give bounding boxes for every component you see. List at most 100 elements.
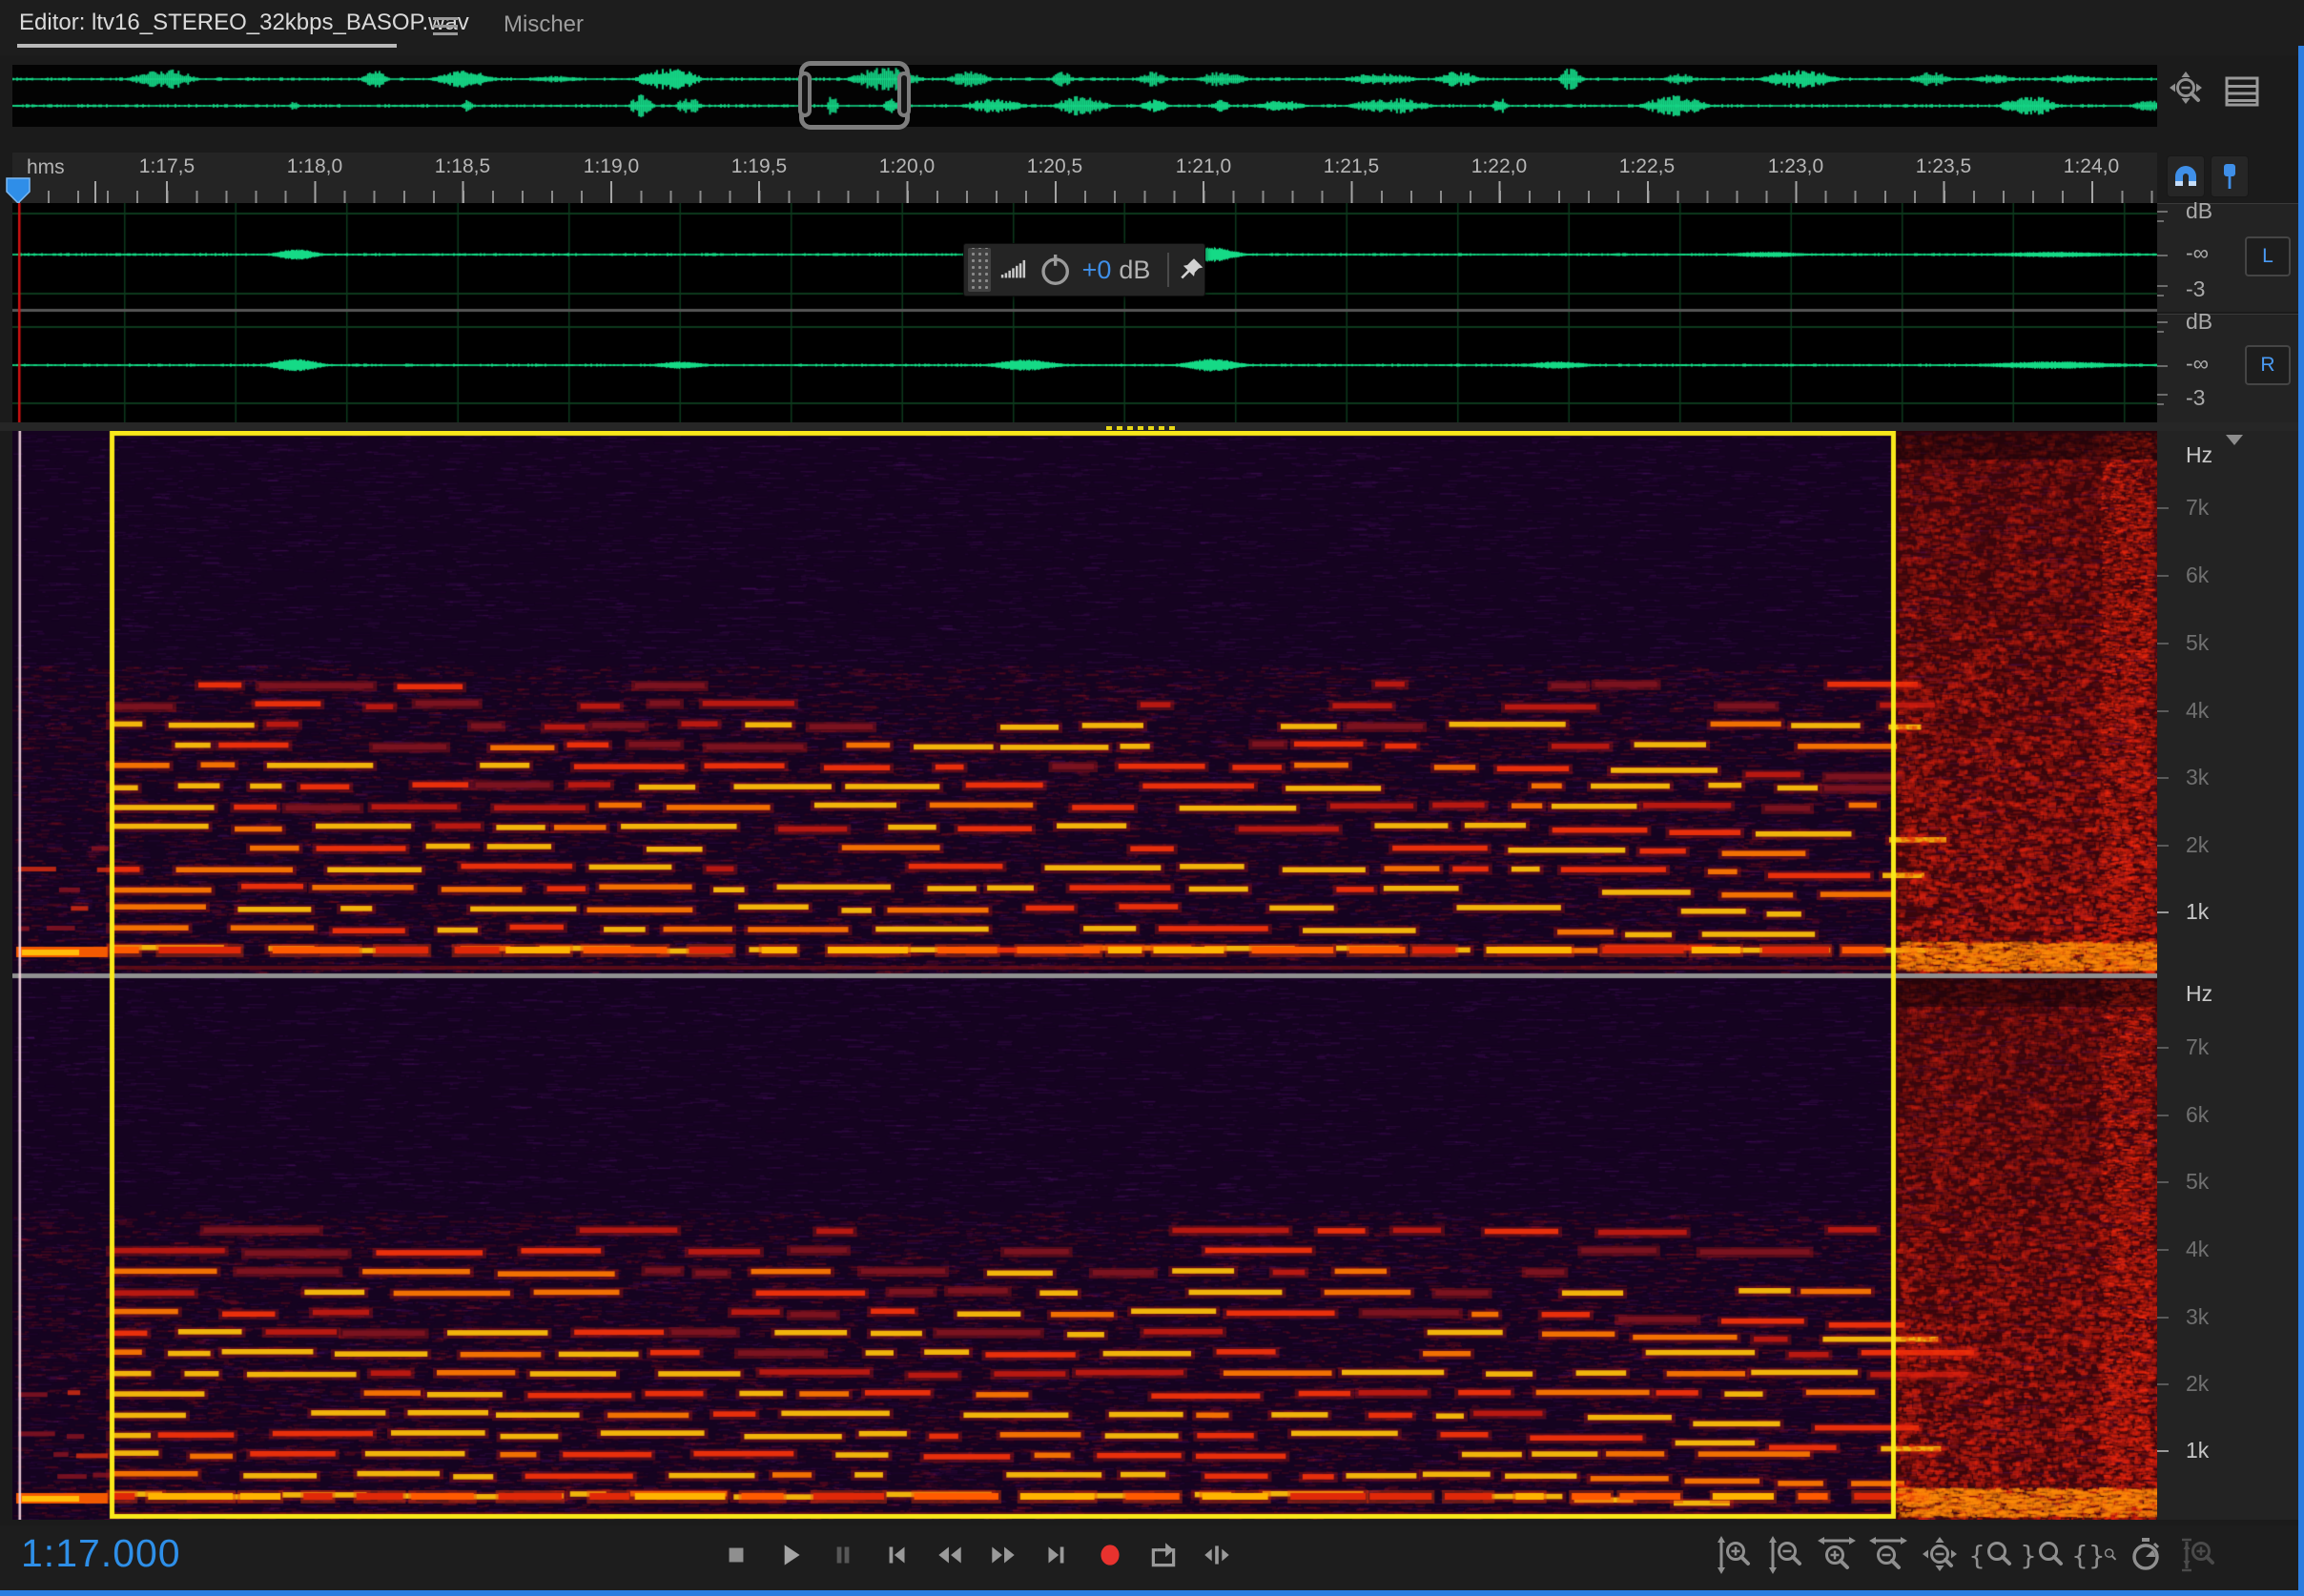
zoom-in-amplitude-button[interactable] [1711, 1529, 1757, 1581]
zoom-out-amplitude-icon [1766, 1534, 1804, 1576]
db-unit-label-right: dB [2186, 309, 2212, 335]
tab-editor[interactable]: Editor: ltv16_STEREO_32kbps_BASOP.wav [19, 10, 469, 36]
skip-to-end-button[interactable] [1034, 1529, 1080, 1581]
zoom-in-at-in-point-button[interactable]: { [1968, 1529, 2014, 1581]
panel-menu-icon[interactable] [433, 17, 458, 20]
hud-gain-unit: dB [1119, 256, 1150, 285]
hud-drag-handle[interactable] [968, 248, 991, 292]
freq-tick: 3k [2186, 1304, 2209, 1330]
rewind-icon [934, 1539, 966, 1571]
play-icon [773, 1539, 806, 1571]
editor-layout-button[interactable] [2222, 72, 2262, 111]
ruler-label: 1:19,0 [554, 155, 669, 178]
panel-tab-bar: Editor: ltv16_STEREO_32kbps_BASOP.wav Mi… [0, 0, 2304, 55]
skip-to-start-button[interactable] [874, 1529, 919, 1581]
volume-knob-icon[interactable] [1039, 250, 1072, 290]
magnifier-icon [2033, 1536, 2066, 1574]
freq-tick: 1k [2186, 899, 2209, 925]
play-button[interactable] [767, 1529, 813, 1581]
zoom-out-full-icon [2168, 70, 2206, 108]
playhead-marker[interactable] [6, 177, 31, 204]
freq-tick: 4k [2186, 698, 2209, 724]
ruler-label: 1:24,0 [2034, 155, 2149, 178]
freq-tick: 1k [2186, 1438, 2209, 1463]
freq-unit-top: Hz [2186, 442, 2212, 468]
fast-forward-button[interactable] [980, 1529, 1026, 1581]
zoom-toolbar: { } {} [1711, 1529, 2220, 1581]
hud-pin-icon[interactable] [1179, 255, 1204, 285]
skip-to-start-icon [880, 1539, 913, 1571]
ruler-label: 1:23,0 [1738, 155, 1853, 178]
zoom-out-full-icon [1919, 1534, 1961, 1576]
waveform-display[interactable] [12, 203, 2157, 422]
timer-icon [2127, 1534, 2165, 1576]
hud-gain-value[interactable]: +0 [1082, 256, 1112, 285]
ruler-label: 1:22,5 [1590, 155, 1704, 178]
stop-icon [720, 1539, 752, 1571]
freq-tick: 5k [2186, 630, 2209, 656]
skip-to-end-icon [1040, 1539, 1073, 1571]
zoom-to-selection-button[interactable]: {} [2071, 1529, 2117, 1581]
transport-controls [713, 1529, 1240, 1581]
record-icon [1094, 1539, 1126, 1571]
freq-tick: 3k [2186, 765, 2209, 790]
panel-focus-border-right [2298, 46, 2304, 1596]
loop-playback-button[interactable] [1141, 1529, 1186, 1581]
playhead-time-display[interactable]: 1:17.000 [21, 1531, 181, 1576]
hud-separator [1167, 253, 1169, 287]
stop-button[interactable] [713, 1529, 759, 1581]
zoom-in-at-out-point-button[interactable]: } [2020, 1529, 2066, 1581]
marker-icon [2214, 161, 2245, 192]
zoom-in-amplitude-icon [1715, 1534, 1753, 1576]
snap-magnet-button[interactable] [2167, 155, 2205, 197]
tab-mixer[interactable]: Mischer [504, 11, 584, 38]
freq-tick: 6k [2186, 1102, 2209, 1128]
collapse-scale-icon[interactable] [2226, 435, 2243, 445]
pause-button[interactable] [820, 1529, 866, 1581]
db-neginf-label-right: -∞ [2186, 351, 2209, 377]
freq-tick: 2k [2186, 832, 2209, 858]
rewind-button[interactable] [927, 1529, 973, 1581]
ruler-label: 1:22,0 [1442, 155, 1556, 178]
overview-waveform[interactable] [12, 65, 2157, 127]
zoom-vertical-disabled-button [2174, 1529, 2220, 1581]
zoom-out-amplitude-button[interactable] [1762, 1529, 1808, 1581]
freq-tick: 5k [2186, 1169, 2209, 1195]
channel-right-button[interactable]: R [2245, 345, 2291, 385]
ruler-label: 1:20,0 [850, 155, 964, 178]
freq-tick: 6k [2186, 563, 2209, 588]
move-playhead-button[interactable] [1194, 1529, 1240, 1581]
ruler-label: 1:20,5 [998, 155, 1112, 178]
audio-editor-window: Editor: ltv16_STEREO_32kbps_BASOP.wav Mi… [0, 0, 2304, 1596]
freq-tick: 7k [2186, 495, 2209, 521]
ruler-label: 1:17,5 [110, 155, 224, 178]
freq-tick: 2k [2186, 1371, 2209, 1397]
volume-hud[interactable]: +0 dB [963, 243, 1205, 297]
record-button[interactable] [1087, 1529, 1133, 1581]
level-bars-icon [1000, 256, 1028, 284]
ruler-major-ticks [12, 181, 2157, 203]
panel-focus-border-bottom [0, 1590, 2304, 1596]
ruler-label: 1:18,0 [257, 155, 372, 178]
magnifier-icon [2102, 1536, 2117, 1574]
overview-view-range[interactable] [799, 61, 910, 130]
transport-timer-button[interactable] [2123, 1529, 2169, 1581]
zoom-out-full-button[interactable] [2165, 67, 2209, 111]
frequency-scale[interactable] [2157, 431, 2298, 1520]
db-minus3-label-right: -3 [2186, 385, 2205, 411]
zoom-out-time-icon [1867, 1534, 1909, 1576]
zoom-out-full-toolbar-button[interactable] [1917, 1529, 1963, 1581]
zoom-in-time-button[interactable] [1814, 1529, 1860, 1581]
channel-left-button[interactable]: L [2245, 236, 2291, 276]
editor-layout-rows-icon [2224, 75, 2260, 108]
selection-top-handle[interactable] [1106, 426, 1175, 430]
zoom-vertical-disabled-icon [2178, 1534, 2216, 1576]
marker-button[interactable] [2211, 155, 2249, 197]
ruler-label: 1:23,5 [1886, 155, 2001, 178]
view-range-right-handle[interactable] [897, 72, 911, 117]
pause-icon [827, 1539, 859, 1571]
zoom-out-time-button[interactable] [1865, 1529, 1911, 1581]
spectral-display[interactable] [12, 431, 2157, 1520]
view-range-left-handle[interactable] [798, 72, 812, 117]
freq-tick: 7k [2186, 1034, 2209, 1060]
